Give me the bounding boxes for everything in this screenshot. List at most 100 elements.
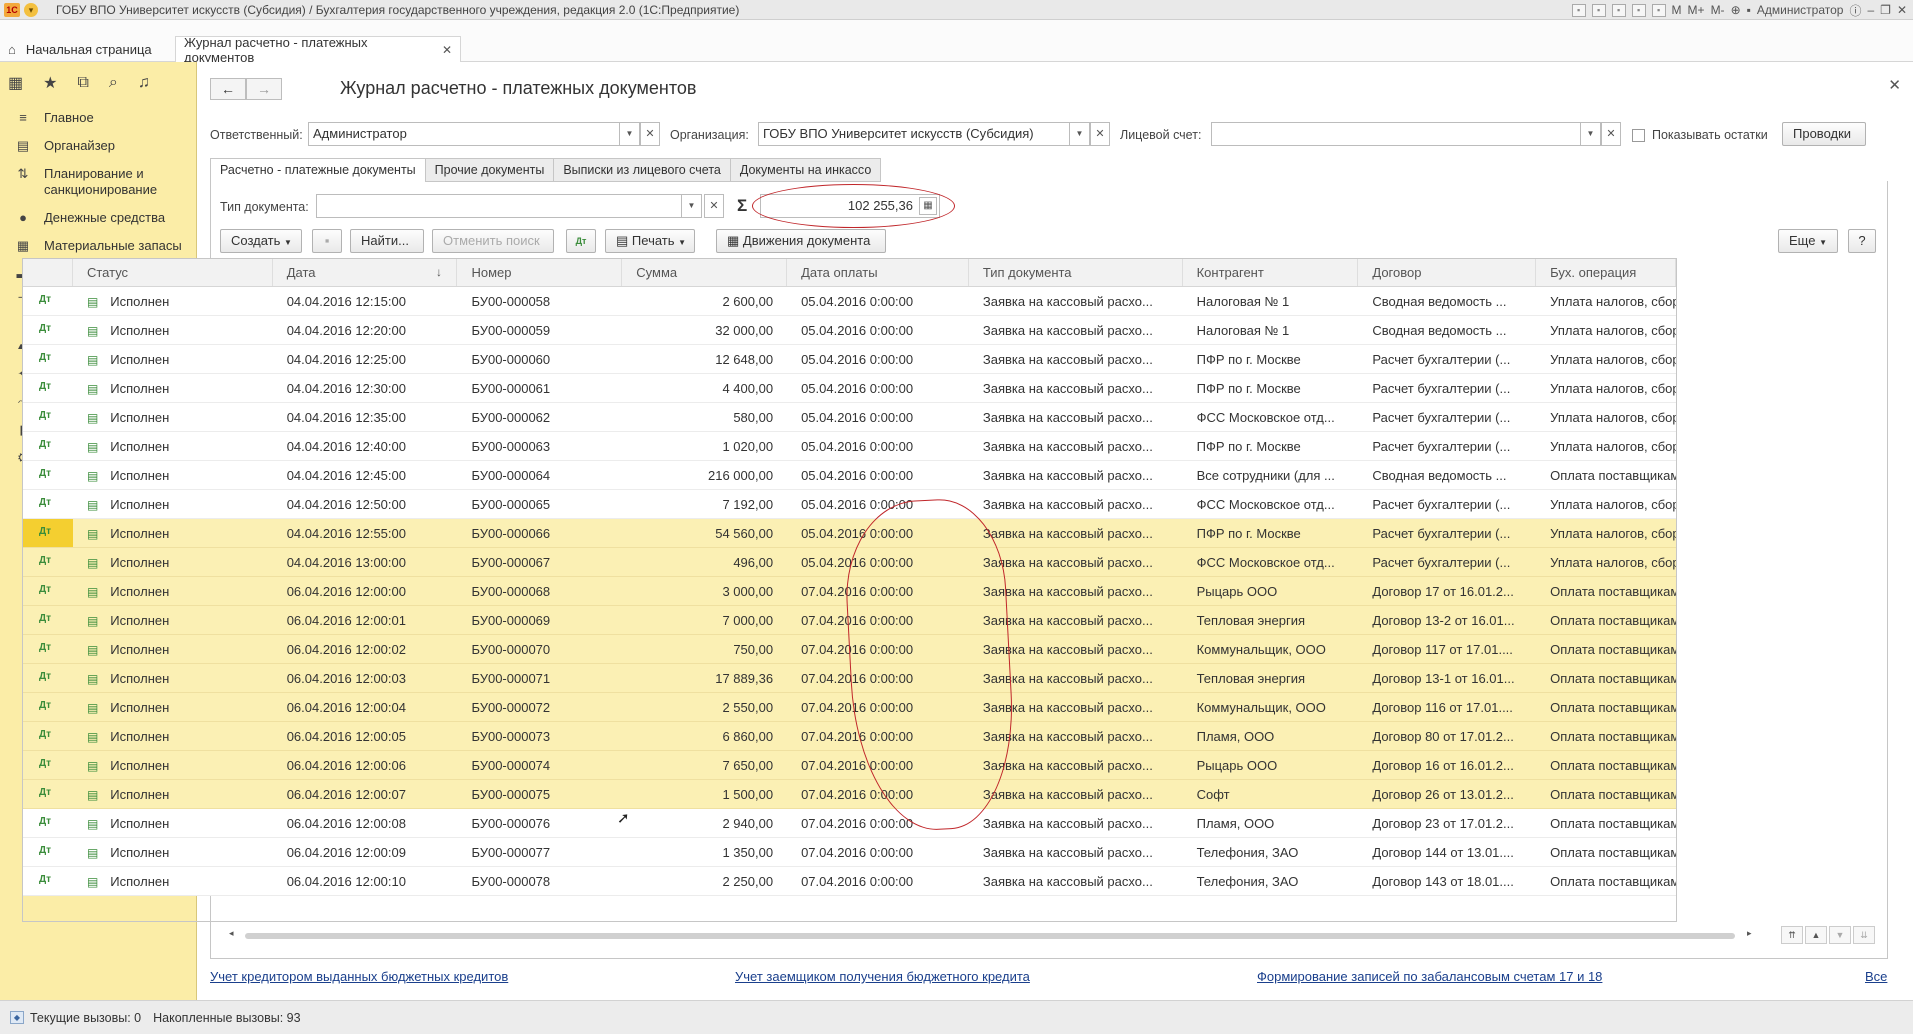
notifications-bell-icon[interactable]: ♫ <box>138 74 150 92</box>
org-clear-icon[interactable]: ✕ <box>1090 122 1110 146</box>
subtab[interactable]: Прочие документы <box>424 158 555 182</box>
sidebar-item[interactable]: ▦ Материальные запасы <box>0 232 196 260</box>
calculator-icon[interactable]: ▪ <box>1651 3 1666 17</box>
table-cell-partner: Пламя, ООО <box>1196 729 1275 744</box>
sidebar-item[interactable]: ● Денежные средства <box>0 204 196 232</box>
table-row[interactable]: Дт ▤ Исполнен 04.04.2016 12:45:00 БУ00-00006… <box>23 461 1676 490</box>
table-cell-contract: Расчет бухгалтерии (... <box>1372 410 1511 425</box>
link-creditor-budget-credits[interactable]: Учет кредитором выданных бюджетных креди… <box>210 969 508 984</box>
show-balances-checkbox[interactable] <box>1632 129 1645 142</box>
main-menu-icon[interactable]: ▾ <box>24 2 38 17</box>
favorites-star-icon[interactable]: ★ <box>43 73 57 93</box>
link-borrower-budget-credit[interactable]: Учет заемщиком получения бюджетного кред… <box>735 969 1030 984</box>
forward-button[interactable]: → <box>246 78 282 100</box>
column-header[interactable]: Бух. операция <box>1536 259 1676 286</box>
link-offbalance-accounts[interactable]: Формирование записей по забалансовым сче… <box>1257 969 1602 984</box>
document-status-icon: ▤ <box>86 614 99 628</box>
account-field[interactable] <box>1211 122 1581 146</box>
table-row[interactable]: Дт ▤ Исполнен 04.04.2016 12:35:00 БУ00-00006… <box>23 403 1676 432</box>
tab-home[interactable]: ⌂ Начальная страница <box>0 36 172 62</box>
dt-kt-posted-icon: Дт <box>39 381 52 392</box>
table-row[interactable]: Дт ▤ Исполнен 04.04.2016 12:55:00 БУ00-00006… <box>23 519 1676 548</box>
scroll-up-icon[interactable]: ▲ <box>1805 926 1827 944</box>
window-close-icon[interactable]: ✕ <box>1897 3 1907 17</box>
app-logo-icon: 1С <box>4 2 20 17</box>
table-cell-num: БУ00-000063 <box>471 439 551 454</box>
column-header[interactable]: Договор <box>1358 259 1537 286</box>
tab-close-icon[interactable]: ✕ <box>442 43 452 57</box>
tab-journal[interactable]: Журнал расчетно - платежных документов ✕ <box>175 35 461 65</box>
dt-kt-posted-icon: Дт <box>39 816 52 827</box>
table-row[interactable]: Дт ▤ Исполнен 04.04.2016 12:25:00 БУ00-00006… <box>23 345 1676 374</box>
table-row[interactable]: Дт ▤ Исполнен 04.04.2016 12:15:00 БУ00-00005… <box>23 287 1676 316</box>
sidebar-toolbar: ▦ ★ ⧉ ⌕ ♫ <box>0 62 196 104</box>
responsible-field[interactable]: Администратор <box>308 122 620 146</box>
account-clear-icon[interactable]: ✕ <box>1601 122 1621 146</box>
account-dropdown-icon[interactable]: ▼ <box>1581 122 1601 146</box>
table-cell-op: Оплата поставщикам. <box>1550 729 1676 744</box>
preview-icon[interactable]: ▪ <box>1611 3 1626 17</box>
save-icon[interactable]: ▪ <box>1571 3 1586 17</box>
sidebar-item[interactable]: ▤ Органайзер <box>0 132 196 160</box>
back-button[interactable]: ← <box>210 78 246 100</box>
table-row[interactable]: Дт ▤ Исполнен 06.04.2016 12:00:05 БУ00-00007… <box>23 722 1676 751</box>
column-header[interactable]: Дата оплаты <box>787 259 969 286</box>
form-close-icon[interactable]: ✕ <box>1888 76 1901 94</box>
table-row[interactable]: Дт ▤ Исполнен 04.04.2016 12:40:00 БУ00-00006… <box>23 432 1676 461</box>
table-row[interactable]: Дт ▤ Исполнен 04.04.2016 12:20:00 БУ00-00005… <box>23 316 1676 345</box>
subtab[interactable]: Документы на инкассо <box>729 158 882 182</box>
zoom-icon[interactable]: ⊕ <box>1731 3 1741 17</box>
table-row[interactable]: Дт ▤ Исполнен 04.04.2016 12:30:00 БУ00-00006… <box>23 374 1676 403</box>
column-header[interactable]: Тип документа <box>969 259 1183 286</box>
table-cell-num: БУ00-000076 <box>471 816 551 831</box>
memory-m-icon[interactable]: M <box>1672 3 1682 17</box>
all-functions-icon[interactable]: ▦ <box>8 73 23 93</box>
org-dropdown-icon[interactable]: ▼ <box>1070 122 1090 146</box>
link-all[interactable]: Все <box>1865 969 1887 984</box>
info-icon[interactable]: ⓘ <box>1849 2 1861 19</box>
memory-plus-icon[interactable]: M+ <box>1688 3 1705 17</box>
scroll-bottom-icon[interactable]: ⇊ <box>1853 926 1875 944</box>
table-row[interactable]: Дт ▤ Исполнен 06.04.2016 12:00:07 БУ00-00007… <box>23 780 1676 809</box>
scroll-left-icon[interactable]: ◂ <box>229 928 234 939</box>
column-header[interactable]: Дата <box>273 259 458 286</box>
table-row[interactable]: Дт ▤ Исполнен 06.04.2016 12:00:06 БУ00-00007… <box>23 751 1676 780</box>
restore-icon[interactable]: ❐ <box>1880 3 1891 17</box>
show-balances-label: Показывать остатки <box>1652 128 1768 142</box>
history-icon[interactable]: ⧉ <box>77 74 88 92</box>
table-row[interactable]: Дт ▤ Исполнен 06.04.2016 12:00:08 БУ00-00007… <box>23 809 1676 838</box>
document-status-icon: ▤ <box>86 788 99 802</box>
horizontal-scrollbar[interactable] <box>245 933 1735 939</box>
column-header[interactable]: Сумма <box>622 259 788 286</box>
table-row[interactable]: Дт ▤ Исполнен 06.04.2016 12:00:04 БУ00-00007… <box>23 693 1676 722</box>
scroll-down-icon[interactable]: ▼ <box>1829 926 1851 944</box>
dt-kt-posted-icon: Дт <box>39 497 52 508</box>
calendar-icon[interactable]: ▪ <box>1631 3 1646 17</box>
sidebar-item[interactable]: ⇅ Планирование и санкционирование <box>0 160 196 204</box>
minimize-icon[interactable]: – <box>1867 3 1874 17</box>
table-cell-num: БУ00-000073 <box>471 729 551 744</box>
user-name[interactable]: Администратор <box>1757 3 1844 17</box>
table-row[interactable]: Дт ▤ Исполнен 06.04.2016 12:00:10 БУ00-00007… <box>23 867 1676 896</box>
table-cell-sum: 6 860,00 <box>722 729 774 744</box>
tab-home-label: Начальная страница <box>25 41 152 57</box>
table-cell-contract: Расчет бухгалтерии (... <box>1372 497 1511 512</box>
print-icon[interactable]: ▪ <box>1591 3 1606 17</box>
search-icon[interactable]: ⌕ <box>109 74 118 92</box>
column-header[interactable]: Статус <box>73 259 273 286</box>
responsible-dropdown-icon[interactable]: ▼ <box>620 122 640 146</box>
responsible-clear-icon[interactable]: ✕ <box>640 122 660 146</box>
postings-button[interactable]: Проводки <box>1782 122 1866 146</box>
subtab[interactable]: Расчетно - платежные документы <box>210 158 426 182</box>
sidebar-item[interactable]: ≡ Главное <box>0 104 196 132</box>
table-row[interactable]: Дт ▤ Исполнен 04.04.2016 12:50:00 БУ00-00006… <box>23 490 1676 519</box>
column-header[interactable]: Номер <box>457 259 623 286</box>
table-cell-op: Уплата налогов, сбор. <box>1550 497 1676 512</box>
table-row[interactable]: Дт ▤ Исполнен 06.04.2016 12:00:09 БУ00-00007… <box>23 838 1676 867</box>
scroll-right-icon[interactable]: ▸ <box>1747 928 1752 939</box>
org-field[interactable]: ГОБУ ВПО Университет искусств (Субсидия) <box>758 122 1070 146</box>
column-header[interactable]: Контрагент <box>1183 259 1359 286</box>
scroll-top-icon[interactable]: ⇈ <box>1781 926 1803 944</box>
memory-minus-icon[interactable]: M- <box>1711 3 1725 17</box>
subtab[interactable]: Выписки из лицевого счета <box>553 158 731 182</box>
